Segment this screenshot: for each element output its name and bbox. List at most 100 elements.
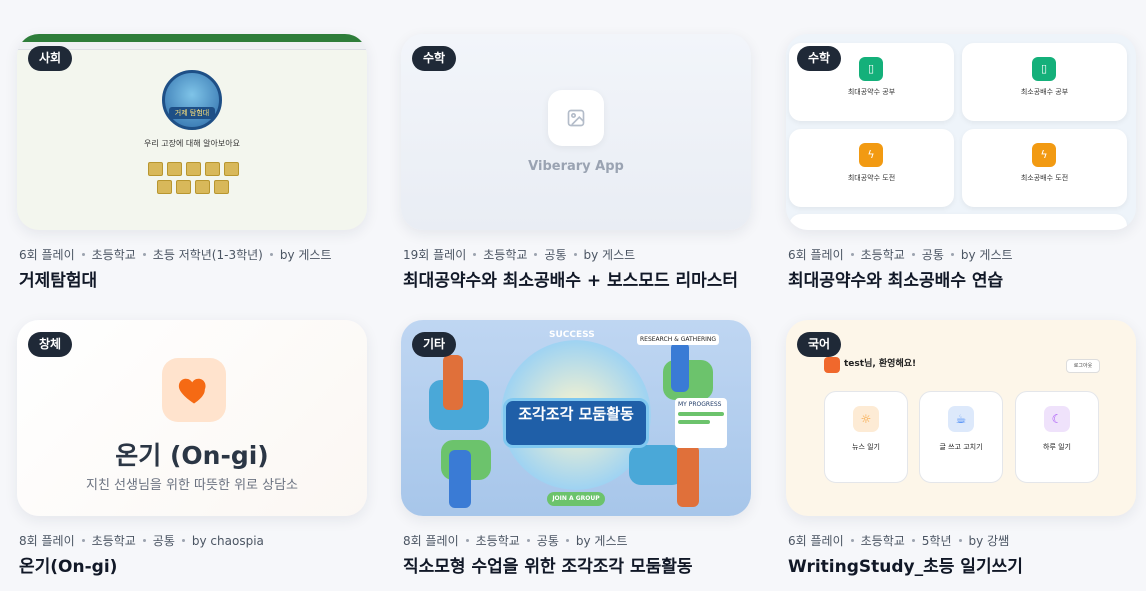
student-figure [677,445,699,507]
geoje-logo: 거제 탐험대 [162,70,222,130]
menu-box: ☾ 하루 일기 [1015,391,1099,483]
join-group-button: JOIN A GROUP [547,492,605,506]
box-label: 뉴스 일기 [852,443,880,451]
heart-icon [162,358,226,422]
app-card[interactable]: 국어 test님, 환영해요! 로그아웃 ☼ 뉴스 일기 ☕ 글 쓰고 고치기 … [786,320,1136,577]
app-card[interactable]: 창체 온기 (On-gi) 지친 선생님을 위한 따뜻한 위로 상담소 8회 플… [17,320,367,577]
letter-tile [195,180,210,194]
logout-button: 로그아웃 [1066,359,1100,373]
play-count: 6회 플레이 [788,248,844,262]
letter-tile [176,180,191,194]
author: by 강쌤 [968,534,1010,548]
logo-ribbon: 거제 탐험대 [169,107,215,119]
play-count: 6회 플레이 [19,248,75,262]
puzzle-piece [629,445,684,485]
app-card[interactable]: 수학 Viberary App 19회 플레이 초등학교 공통 by 게스트 최대공약… [401,34,751,291]
subject-badge: 수학 [797,46,842,71]
url-bar [17,42,367,50]
subject-badge: 사회 [28,46,73,71]
grade: 5학년 [921,534,952,548]
card-meta: 6회 플레이 초등학교 공통 by 게스트 [788,246,1013,263]
card-title[interactable]: 거제탐험대 [19,266,97,291]
card-title[interactable]: 최대공약수와 최소공배수 연습 [788,266,1003,291]
progress-panel: MY PROGRESS [675,398,727,448]
school-level: 초등학교 [91,534,136,548]
research-label: RESEARCH & GATHERING [637,334,720,345]
letter-tile [185,162,201,176]
app-card[interactable]: 수학 ▯ 최대공약수 공부 ▯ 최소공배수 공부 ϟ 최대공약수 도전 ϟ 최소… [786,34,1136,291]
card-thumbnail[interactable]: 국어 test님, 환영해요! 로그아웃 ☼ 뉴스 일기 ☕ 글 쓰고 고치기 … [786,320,1136,516]
lightning-icon: ϟ [1032,143,1056,167]
book-icon: ▯ [1032,57,1056,81]
subject-badge: 수학 [412,46,457,71]
subject-badge: 창체 [28,332,73,357]
letter-tile [214,180,229,194]
card-thumbnail[interactable]: 수학 ▯ 최대공약수 공부 ▯ 최소공배수 공부 ϟ 최대공약수 도전 ϟ 최소… [786,34,1136,230]
school-level: 초등학교 [860,248,905,262]
image-placeholder-icon [548,90,604,146]
card-thumbnail[interactable]: 창체 온기 (On-gi) 지친 선생님을 위한 따뜻한 위로 상담소 [17,320,367,516]
school-level: 초등학교 [860,534,905,548]
progress-label: MY PROGRESS [678,401,722,408]
preview-tile: ϟ 최대공약수 도전 [789,129,954,207]
app-card[interactable]: 사회 거제 탐험대 우리 고장에 대해 알아보아요 6회 플레이 초등학교 초등 저 [17,34,367,291]
greeting: test님, 환영해요! [844,359,917,369]
author: by 게스트 [279,248,332,262]
browser-bar [17,34,367,42]
card-title[interactable]: 최대공약수와 최소공배수 + 보스모드 리마스터 [403,266,738,291]
menu-box: ☼ 뉴스 일기 [824,391,908,483]
card-meta: 8회 플레이 초등학교 공통 by 게스트 [403,532,628,549]
preview-tile: ϟ 최소공배수 도전 [962,129,1127,207]
preview-tile: ▯ 최소공배수 공부 [962,43,1127,121]
book-icon: ▯ [859,57,883,81]
grade: 공통 [152,534,175,548]
author: by chaospia [191,534,264,548]
card-thumbnail[interactable]: 기타 SUCCESS RESEARCH & GATHERING 조각조각 모둠활… [401,320,751,516]
school-level: 초등학교 [475,534,520,548]
box-label: 글 쓰고 고치기 [939,443,983,451]
student-figure [443,355,463,410]
preview-heading: 온기 (On-gi) [115,441,269,470]
student-figure [449,450,471,508]
subject-badge: 기타 [412,332,457,357]
box-label: 하루 일기 [1043,443,1071,451]
letter-tile [147,162,163,176]
play-count: 6회 플레이 [788,534,844,548]
tile-label: 최대공약수 도전 [847,174,896,182]
user-avatar-icon [824,357,840,373]
author: by 게스트 [575,534,628,548]
play-count: 8회 플레이 [19,534,75,548]
card-title[interactable]: WritingStudy_초등 일기쓰기 [788,552,1023,577]
card-thumbnail[interactable]: 사회 거제 탐험대 우리 고장에 대해 알아보아요 [17,34,367,230]
subject-badge: 국어 [797,332,842,357]
letter-tile [157,180,172,194]
hero-title: 조각조각 모둠활동 [503,398,649,448]
card-meta: 19회 플레이 초등학교 공통 by 게스트 [403,246,635,263]
cup-icon: ☕ [948,406,974,432]
preview-question: 우리 고장에 대해 알아보아요 [144,139,240,148]
card-thumbnail[interactable]: 수학 Viberary App [401,34,751,230]
tile-label: 최소공배수 공부 [1020,88,1069,96]
card-meta: 6회 플레이 초등학교 5학년 by 강쌤 [788,532,1009,549]
grade: 초등 저학년(1-3학년) [152,248,263,262]
lightning-icon: ϟ [859,143,883,167]
tile-label: 최소공배수 도전 [1020,174,1069,182]
letter-tile [204,162,220,176]
card-grid: 사회 거제 탐험대 우리 고장에 대해 알아보아요 6회 플레이 초등학교 초등 저 [0,0,1146,591]
card-title[interactable]: 온기(On-gi) [19,552,117,577]
author: by 게스트 [583,248,636,262]
letter-tile [166,162,182,176]
app-card[interactable]: 기타 SUCCESS RESEARCH & GATHERING 조각조각 모둠활… [401,320,751,577]
card-meta: 8회 플레이 초등학교 공통 by chaospia [19,532,264,549]
school-level: 초등학교 [483,248,528,262]
card-title[interactable]: 직소모형 수업을 위한 조각조각 모둠활동 [403,552,693,577]
card-meta: 6회 플레이 초등학교 초등 저학년(1-3학년) by 게스트 [19,246,332,263]
moon-icon: ☾ [1044,406,1070,432]
grade: 공통 [544,248,567,262]
author: by 게스트 [960,248,1013,262]
letter-tile [223,162,239,176]
student-figure [671,342,689,392]
grade: 공통 [921,248,944,262]
app-placeholder-label: Viberary App [528,159,624,174]
preview-tile-partial [789,214,1127,230]
